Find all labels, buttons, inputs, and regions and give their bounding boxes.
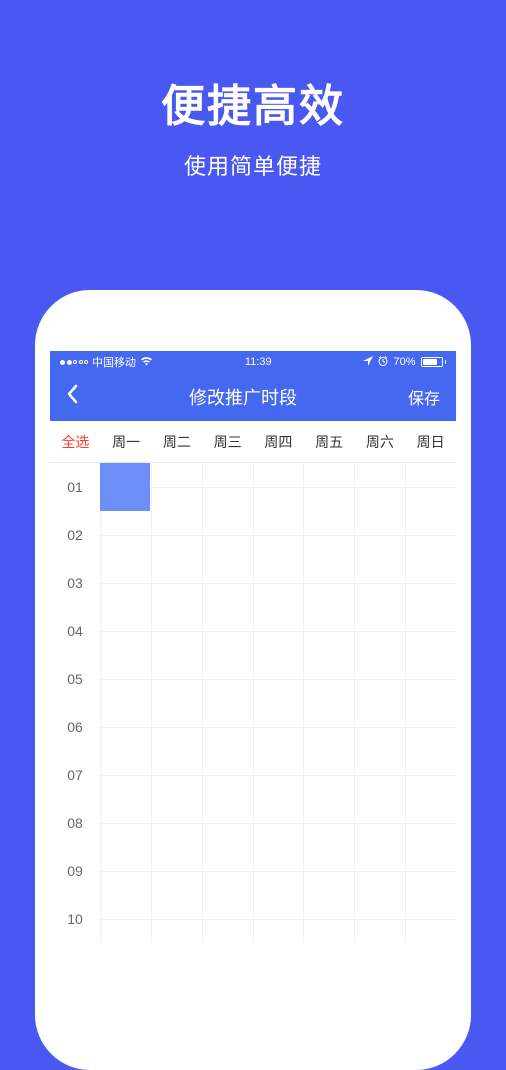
- day-header-sun[interactable]: 周日: [405, 421, 456, 462]
- battery-percent: 70%: [393, 356, 415, 368]
- hour-label: 08: [50, 799, 100, 847]
- hour-label: 02: [50, 511, 100, 559]
- selected-timeslot[interactable]: [100, 463, 150, 511]
- day-header-wed[interactable]: 周三: [202, 421, 253, 462]
- nav-bar: 修改推广时段 保存: [50, 373, 456, 421]
- day-header-tue[interactable]: 周二: [152, 421, 203, 462]
- hour-label: 03: [50, 559, 100, 607]
- hour-label: 04: [50, 607, 100, 655]
- day-header-sat[interactable]: 周六: [355, 421, 406, 462]
- promo-subheadline: 使用简单便捷: [0, 149, 506, 181]
- hour-label: 10: [50, 895, 100, 943]
- promo-headline: 便捷高效: [0, 70, 506, 134]
- day-header-row: 全选 周一 周二 周三 周四 周五 周六 周日: [50, 421, 456, 463]
- hour-label: 07: [50, 751, 100, 799]
- select-all-button[interactable]: 全选: [50, 421, 101, 462]
- day-header-mon[interactable]: 周一: [101, 421, 152, 462]
- save-button[interactable]: 保存: [408, 385, 440, 409]
- alarm-icon: [378, 356, 388, 369]
- phone-frame: 中国移动 11:39 70%: [35, 290, 471, 1070]
- hour-label: 06: [50, 703, 100, 751]
- day-header-fri[interactable]: 周五: [304, 421, 355, 462]
- schedule-grid[interactable]: 01020304050607080910: [50, 463, 456, 943]
- battery-icon: [421, 357, 447, 367]
- wifi-icon: [140, 356, 153, 369]
- location-icon: [363, 356, 373, 369]
- hour-label: 05: [50, 655, 100, 703]
- status-bar: 中国移动 11:39 70%: [50, 351, 456, 373]
- hour-label: 09: [50, 847, 100, 895]
- signal-icon: [60, 360, 88, 365]
- phone-screen: 中国移动 11:39 70%: [50, 305, 456, 1055]
- status-time: 11:39: [245, 356, 272, 368]
- day-header-thu[interactable]: 周四: [253, 421, 304, 462]
- page-title: 修改推广时段: [189, 384, 297, 410]
- carrier-label: 中国移动: [92, 354, 136, 370]
- back-button[interactable]: [66, 384, 78, 410]
- hour-label: 01: [50, 463, 100, 511]
